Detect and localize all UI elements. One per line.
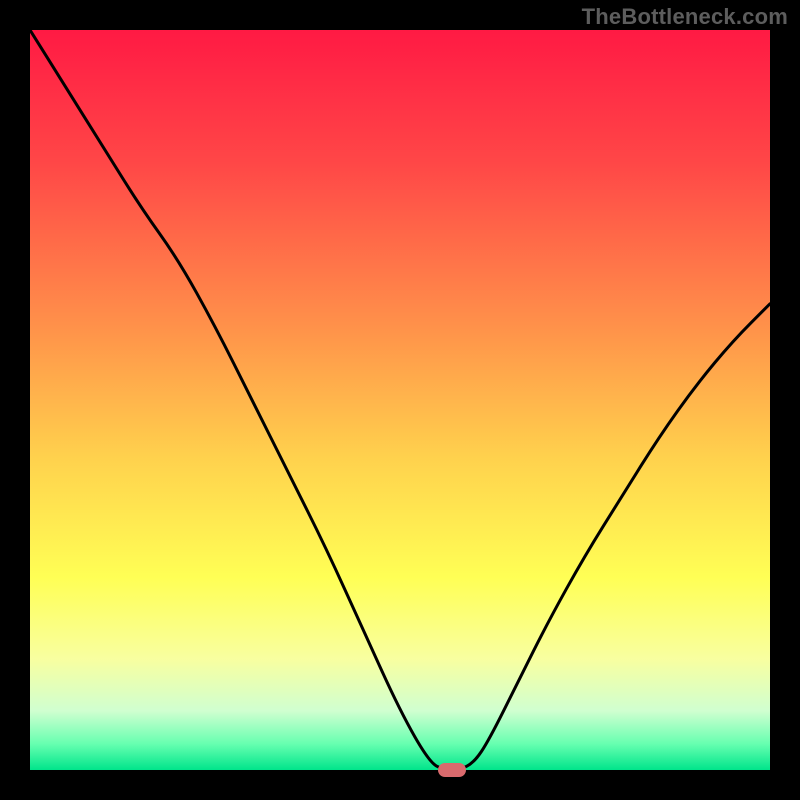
optimal-marker xyxy=(438,763,466,777)
gradient-background xyxy=(30,30,770,770)
watermark-text: TheBottleneck.com xyxy=(582,4,788,30)
plot-svg xyxy=(30,30,770,770)
plot-area xyxy=(30,30,770,770)
chart-frame: TheBottleneck.com xyxy=(0,0,800,800)
